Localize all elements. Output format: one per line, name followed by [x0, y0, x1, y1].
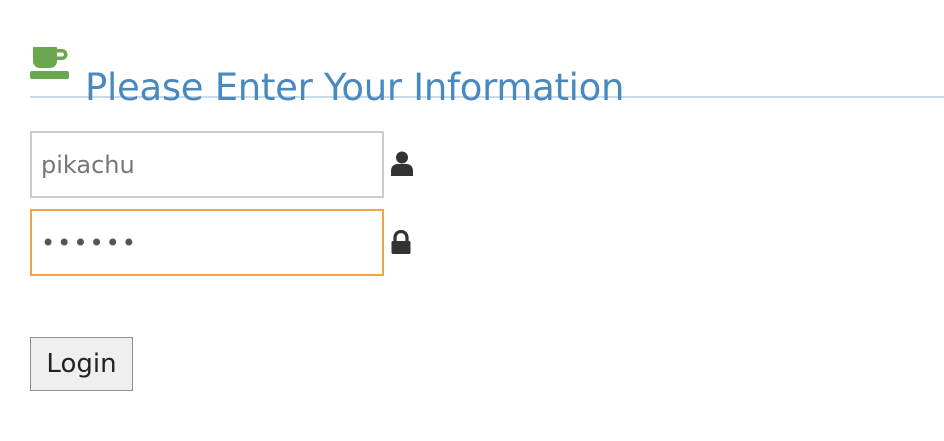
- login-button[interactable]: Login: [30, 337, 133, 391]
- page-header: Please Enter Your Information: [30, 40, 944, 109]
- password-input[interactable]: [30, 209, 384, 276]
- page-title: Please Enter Your Information: [85, 65, 625, 109]
- coffee-cup-icon: [30, 47, 69, 79]
- username-input[interactable]: [30, 131, 384, 198]
- user-icon: [391, 151, 413, 176]
- login-page: Please Enter Your Information Login: [0, 0, 944, 441]
- lock-icon: [391, 230, 411, 254]
